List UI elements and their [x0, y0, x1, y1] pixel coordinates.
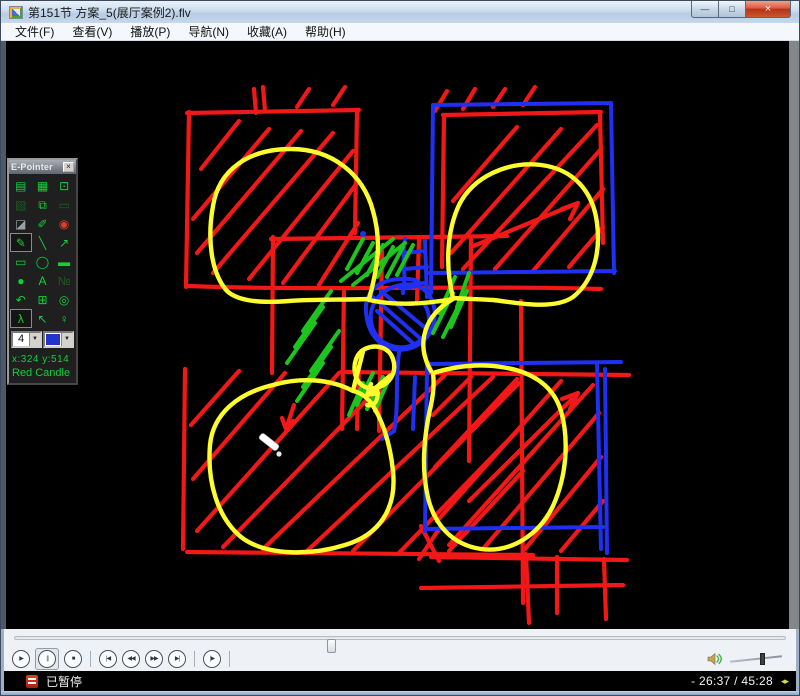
current-tool-label: Red Candle [9, 365, 76, 383]
volume-track [730, 655, 782, 662]
tool-save-file[interactable]: ▦ [32, 176, 54, 195]
pen-width-select[interactable]: 4 ▼ [11, 331, 42, 348]
tool-pencil[interactable]: ✎ [10, 233, 32, 252]
tool-number[interactable]: № [53, 271, 75, 290]
maximize-button[interactable]: □ [719, 1, 746, 18]
volume-handle[interactable] [760, 653, 765, 665]
paused-icon [26, 675, 38, 688]
palette-tool-grid: ▤ ▦ ⊡ ▧ ⧉ ▭ ◪ ✐ ◉ ✎ ╲ ↗ ▭ ◯ ▬ ● A № ↶ ⊞ [9, 174, 76, 330]
compact-mode-icon[interactable]: ◂▸ [781, 676, 788, 687]
pause-pressed-frame: ∥ [35, 648, 59, 670]
tool-whiteboard[interactable]: ⊞ [32, 290, 54, 309]
tool-ellipse[interactable]: ◯ [32, 252, 54, 271]
pen-color-swatch [46, 334, 60, 345]
menu-play[interactable]: 播放(P) [122, 22, 178, 41]
tool-filled-rectangle[interactable]: ▬ [53, 252, 75, 271]
divider [90, 651, 91, 667]
playback-status: 已暂停 [46, 673, 82, 690]
title-bar: 第151节 方案_5(展厅案例2).flv — □ × [1, 1, 799, 23]
palette-title-bar[interactable]: E-Pointer × [9, 160, 76, 174]
tool-arrow[interactable]: ↗ [53, 233, 75, 252]
tool-export-image[interactable]: ▧ [10, 195, 32, 214]
tool-rectangle[interactable]: ▭ [10, 252, 32, 271]
window-title: 第151节 方案_5(展厅案例2).flv [28, 4, 191, 21]
pause-button[interactable]: ∥ [38, 650, 56, 668]
tool-open-file[interactable]: ▤ [10, 176, 32, 195]
pen-width-dropdown-icon[interactable]: ▼ [29, 333, 40, 346]
epointer-palette: E-Pointer × ▤ ▦ ⊡ ▧ ⧉ ▭ ◪ ✐ ◉ ✎ ╲ ↗ ▭ ◯ … [7, 158, 78, 385]
tool-pointer-pen[interactable]: λ [10, 309, 32, 328]
seek-thumb[interactable] [327, 639, 336, 653]
stop-button[interactable]: ■ [64, 650, 82, 668]
menu-help[interactable]: 帮助(H) [297, 22, 354, 41]
rewind-button[interactable]: ◀◀ [122, 650, 140, 668]
tool-magnifier[interactable]: ◎ [53, 290, 75, 309]
status-bar: 已暂停 - 26:37 / 45:28 ◂▸ [1, 671, 799, 691]
minimize-button[interactable]: — [691, 1, 719, 18]
tool-capture-screen[interactable]: ⊡ [53, 176, 75, 195]
palette-title: E-Pointer [11, 162, 63, 172]
tool-undo[interactable]: ↶ [10, 290, 32, 309]
skip-next-button[interactable]: ▶| [168, 650, 186, 668]
tool-text[interactable]: A [32, 271, 54, 290]
menu-bar: 文件(F) 查看(V) 播放(P) 导航(N) 收藏(A) 帮助(H) [1, 23, 799, 41]
tool-eraser[interactable]: ◪ [10, 214, 32, 233]
pointer-coords: x:324 y:514 [9, 351, 76, 365]
video-area: E-Pointer × ▤ ▦ ⊡ ▧ ⧉ ▭ ◪ ✐ ◉ ✎ ╲ ↗ ▭ ◯ … [1, 41, 799, 629]
menu-favorites[interactable]: 收藏(A) [239, 22, 295, 41]
time-display: - 26:37 / 45:28 [691, 674, 773, 688]
player-window: 第151节 方案_5(展厅案例2).flv — □ × 文件(F) 查看(V) … [0, 0, 800, 696]
pen-color-dropdown-icon[interactable]: ▼ [61, 333, 72, 346]
transport-bar: ▶ ∥ ■ |◀ ◀◀ ▶▶ ▶| |▶ [1, 647, 799, 671]
seek-bar[interactable] [14, 636, 786, 640]
seek-row [1, 629, 799, 647]
divider [194, 651, 195, 667]
forward-button[interactable]: ▶▶ [145, 650, 163, 668]
palette-close-button[interactable]: × [63, 162, 74, 172]
close-button[interactable]: × [746, 1, 791, 18]
tool-line[interactable]: ╲ [32, 233, 54, 252]
menu-view[interactable]: 查看(V) [64, 22, 120, 41]
volume-slider[interactable] [730, 652, 782, 666]
video-canvas[interactable] [6, 41, 791, 629]
tool-filled-ellipse[interactable]: ● [10, 271, 32, 290]
divider [229, 651, 230, 667]
step-button[interactable]: |▶ [203, 650, 221, 668]
menu-file[interactable]: 文件(F) [7, 22, 62, 41]
tool-select-region[interactable]: ▭ [53, 195, 75, 214]
tool-clear-screen[interactable]: ◉ [53, 214, 75, 233]
tool-cursor-arrow[interactable]: ↖ [32, 309, 54, 328]
window-bottom-border [1, 691, 799, 696]
tool-marker-pen[interactable]: ✐ [32, 214, 54, 233]
app-icon [9, 6, 23, 19]
tool-laser-light[interactable]: ♀ [53, 309, 75, 328]
pen-color-select[interactable]: ▼ [43, 331, 74, 348]
tool-copy[interactable]: ⧉ [32, 195, 54, 214]
pen-width-value: 4 [13, 333, 29, 346]
play-button[interactable]: ▶ [12, 650, 30, 668]
volume-icon[interactable] [707, 652, 725, 666]
menu-navigate[interactable]: 导航(N) [180, 22, 237, 41]
skip-back-button[interactable]: |◀ [99, 650, 117, 668]
